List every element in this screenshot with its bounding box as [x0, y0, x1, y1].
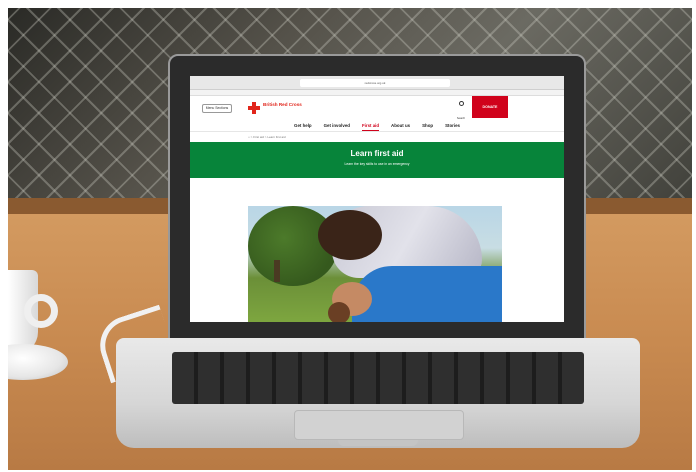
nav-item-shop[interactable]: Shop	[422, 120, 433, 131]
main-nav: Get help Get involved First aid About us…	[190, 120, 564, 132]
page-title: Learn first aid	[350, 149, 404, 158]
nav-item-about-us[interactable]: About us	[391, 120, 410, 131]
browser-toolbar: redcross.org.uk	[190, 76, 564, 90]
nav-item-get-involved[interactable]: Get involved	[324, 120, 350, 131]
casualty-shirt	[352, 266, 502, 322]
first-aid-photo	[248, 206, 502, 322]
lid-notch	[338, 440, 418, 446]
trackpad	[294, 410, 464, 440]
search-icon[interactable]: Search	[456, 101, 466, 120]
menu-button[interactable]: Menu Sections	[202, 104, 232, 113]
red-cross-icon	[248, 102, 260, 114]
laptop-screen: redcross.org.uk Menu Sections British Re…	[190, 76, 564, 322]
hero-banner: Learn first aid Learn the key skills to …	[190, 142, 564, 178]
first-aider-face	[318, 210, 382, 260]
nav-item-first-aid[interactable]: First aid	[361, 120, 380, 131]
laptop-base	[116, 338, 640, 448]
site-header: Menu Sections British Red Cross Search D…	[190, 96, 564, 120]
tree-trunk	[274, 260, 280, 282]
donate-button[interactable]: DONATE	[472, 96, 508, 118]
cup-handle	[24, 294, 58, 328]
page-subtitle: Learn the key skills to use in an emerge…	[344, 162, 410, 166]
logo-text: British Red Cross	[263, 102, 302, 107]
nav-item-get-help[interactable]: Get help	[294, 120, 312, 131]
breadcrumb[interactable]: ⌂ > First aid > Learn first aid	[190, 132, 564, 142]
keyboard	[172, 352, 584, 404]
photo-scene: redcross.org.uk Menu Sections British Re…	[8, 8, 692, 470]
casualty-hair	[328, 302, 350, 322]
address-bar[interactable]: redcross.org.uk	[300, 79, 450, 87]
search-label: Search	[456, 117, 466, 120]
laptop-lid: redcross.org.uk Menu Sections British Re…	[168, 54, 586, 340]
